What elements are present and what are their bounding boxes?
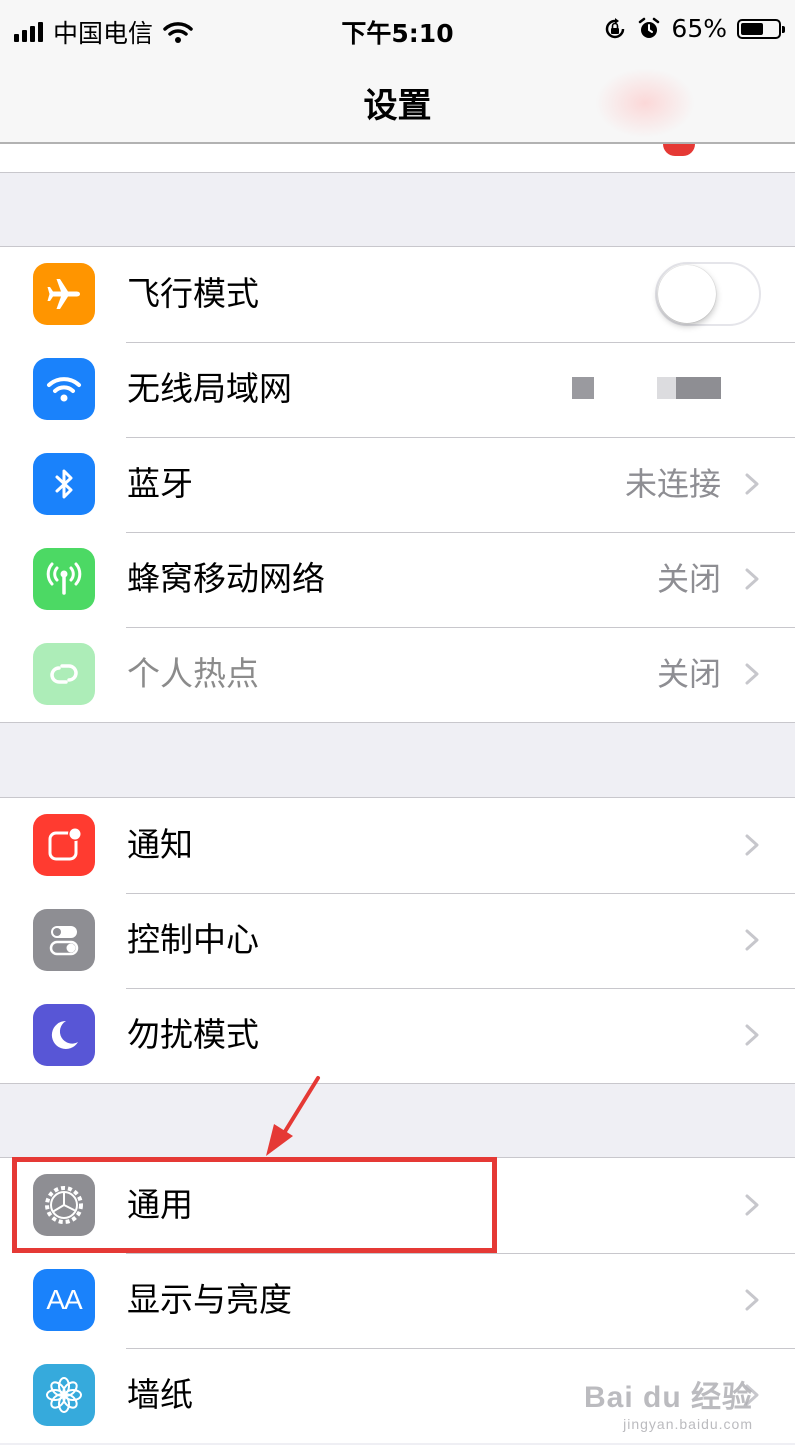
settings-row-label: 通知 [127,825,193,864]
scrolled-profile-row[interactable] [0,144,795,173]
battery-percent: 65% [671,14,727,43]
settings-row-label: 显示与亮度 [127,1280,292,1319]
settings-row-value: 未连接 [624,465,721,503]
chevron-right-icon [745,834,759,856]
watermark-sub: jingyan.baidu.com [623,1416,753,1432]
chevron-right-icon [745,473,759,495]
cellular-icon [33,548,95,610]
settings-row-control-center[interactable]: 控制中心 [0,893,795,988]
settings-row-display-brightness[interactable]: AA 显示与亮度 [0,1253,795,1348]
system-group: 通知 控制中心 勿扰模式 [0,797,795,1084]
wifi-icon [33,358,95,420]
settings-row-label: 蜂窝移动网络 [127,559,325,598]
connectivity-group: 飞行模式 无线局域网 蓝牙 未连接 蜂窝移动网络 关闭 个人热点 关闭 [0,246,795,723]
annotation-highlight-box [12,1157,497,1253]
settings-row-value: 关闭 [656,655,721,693]
orientation-lock-icon [606,17,625,38]
page-title: 设置 [363,86,432,126]
flower-icon [33,1364,95,1426]
settings-row-label: 勿扰模式 [127,1015,259,1054]
battery-level [741,22,763,35]
settings-row-notifications[interactable]: 通知 [0,798,795,893]
battery-icon [737,18,785,39]
notifications-icon [33,814,95,876]
obscured-network-name [657,377,721,399]
chevron-right-icon [745,568,759,590]
obscured-network-name [572,377,594,399]
chevron-right-icon [745,1024,759,1046]
watermark-logo: Bai du 经验 jingyan.baidu.com [584,1372,753,1432]
settings-row-label: 蓝牙 [127,464,193,503]
navigation-bar: 设置 [0,62,795,144]
control-center-icon [33,909,95,971]
settings-row-label: 控制中心 [127,920,259,959]
status-right: 65% [603,14,785,43]
watermark-main: Bai du 经验 [583,1381,753,1414]
moon-icon [33,1004,95,1066]
text-size-glyph: AA [46,1284,82,1315]
chevron-right-icon [745,663,759,685]
text-size-icon: AA [33,1269,95,1331]
chevron-right-icon [745,929,759,951]
settings-row-value: 关闭 [656,560,721,598]
toggle-knob [658,265,716,323]
settings-row-wifi[interactable]: 无线局域网 [0,342,795,437]
airplane-icon [33,263,95,325]
notification-badge [663,144,695,156]
status-bar: 中国电信 下午5:10 65% [0,0,795,62]
settings-row-cellular[interactable]: 蜂窝移动网络 关闭 [0,532,795,627]
chevron-right-icon [745,1289,759,1311]
settings-row-label: 飞行模式 [127,274,259,313]
settings-row-label: 个人热点 [127,654,259,693]
settings-row-bluetooth[interactable]: 蓝牙 未连接 [0,437,795,532]
settings-row-label: 无线局域网 [127,369,292,408]
settings-row-label: 墙纸 [127,1375,193,1414]
hotspot-icon [33,643,95,705]
chevron-right-icon [745,1194,759,1216]
airplane-mode-toggle[interactable] [655,262,761,326]
settings-row-personal-hotspot[interactable]: 个人热点 关闭 [0,627,795,722]
bluetooth-icon [33,453,95,515]
settings-row-airplane-mode[interactable]: 飞行模式 [0,247,795,342]
settings-row-do-not-disturb[interactable]: 勿扰模式 [0,988,795,1083]
alarm-icon [639,17,660,38]
